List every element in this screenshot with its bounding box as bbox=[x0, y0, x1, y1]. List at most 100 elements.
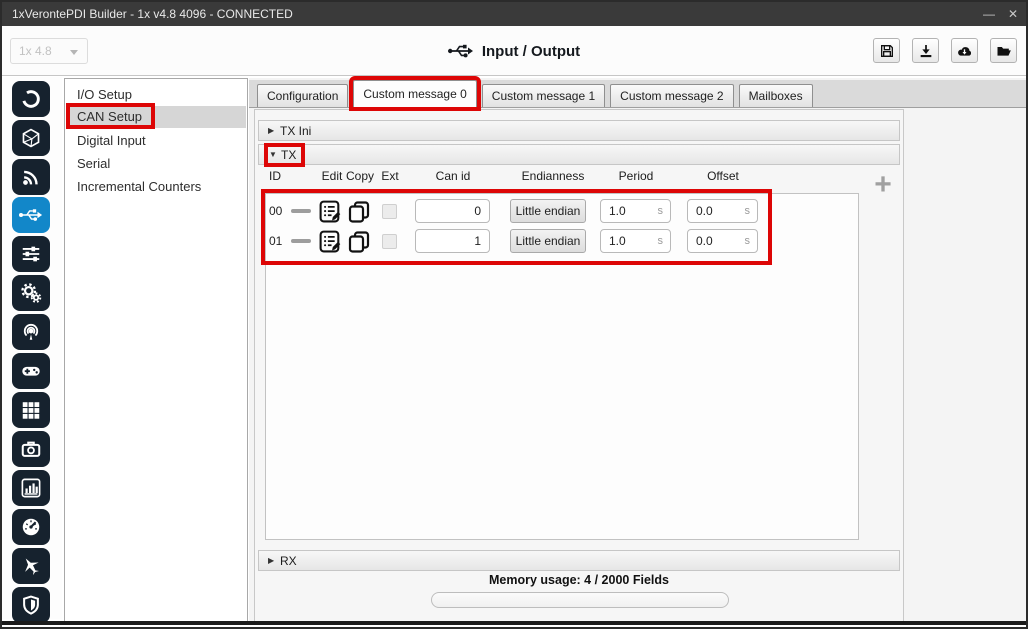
open-button[interactable] bbox=[990, 38, 1017, 63]
endianness-value: Little endian bbox=[516, 234, 581, 248]
toolbar-buttons bbox=[873, 38, 1017, 63]
version-selector-value: 1x 4.8 bbox=[19, 44, 52, 58]
telemetry-signal-icon[interactable] bbox=[12, 159, 50, 195]
period-value: 1.0 bbox=[601, 234, 658, 248]
flight-plane-icon[interactable] bbox=[12, 548, 50, 584]
offset-input[interactable]: 0.0 s bbox=[687, 229, 758, 253]
annotation-box-tx-rows: 00 0 Little endian bbox=[261, 189, 772, 265]
app-window: 1xVerontePDI Builder - 1x v4.8 4096 - CO… bbox=[0, 0, 1028, 629]
menu-panel: I/O Setup CAN Setup Digital Input Serial… bbox=[64, 78, 248, 623]
row-remove-icon[interactable] bbox=[291, 239, 311, 243]
col-header-copy: Copy bbox=[343, 169, 377, 185]
offset-value: 0.0 bbox=[688, 204, 745, 218]
can-id-value: 0 bbox=[416, 204, 489, 218]
add-row-button[interactable]: + bbox=[869, 172, 897, 200]
nav-rail bbox=[2, 77, 62, 619]
period-input[interactable]: 1.0 s bbox=[600, 229, 671, 253]
window-bottom-edge bbox=[2, 621, 1026, 625]
col-header-offset: Offset bbox=[688, 169, 758, 185]
row-id-label: 01 bbox=[269, 234, 282, 248]
period-value: 1.0 bbox=[601, 204, 658, 218]
folder-open-icon bbox=[995, 43, 1012, 59]
platform-hexagon-icon[interactable] bbox=[12, 120, 50, 156]
copy-button[interactable] bbox=[346, 228, 372, 254]
section-tx-ini[interactable]: ▶ TX Ini bbox=[258, 120, 900, 141]
endianness-value: Little endian bbox=[516, 204, 581, 218]
offset-unit: s bbox=[745, 205, 758, 217]
tab-custom-message-1[interactable]: Custom message 1 bbox=[482, 84, 605, 107]
edit-button[interactable] bbox=[317, 198, 343, 224]
row-id-label: 00 bbox=[269, 204, 282, 218]
save-button[interactable] bbox=[873, 38, 900, 63]
table-row: 00 0 Little endian bbox=[265, 196, 768, 226]
toolbar: 1x 4.8 Input / Output bbox=[2, 26, 1026, 76]
offset-unit: s bbox=[745, 235, 758, 247]
copy-button[interactable] bbox=[346, 198, 372, 224]
automations-gears-icon[interactable] bbox=[12, 275, 50, 311]
can-message-panel: ▶ TX Ini ▼ TX ID Edit Copy Ext Can id En… bbox=[254, 109, 904, 622]
memory-progress-bar bbox=[431, 592, 729, 608]
tab-custom-message-0[interactable]: Custom message 0 bbox=[353, 80, 476, 107]
col-header-period: Period bbox=[601, 169, 671, 185]
chevron-down-icon bbox=[70, 50, 78, 55]
sidebar-item-io-setup[interactable]: I/O Setup bbox=[66, 84, 246, 106]
endianness-button[interactable]: Little endian bbox=[510, 229, 586, 253]
col-header-can-id: Can id bbox=[416, 169, 490, 185]
ext-checkbox[interactable] bbox=[382, 204, 397, 219]
sidebar-item-incremental-counters[interactable]: Incremental Counters bbox=[66, 176, 246, 198]
edit-button[interactable] bbox=[317, 228, 343, 254]
can-id-input[interactable]: 0 bbox=[415, 199, 490, 223]
triangle-right-icon: ▶ bbox=[268, 556, 280, 565]
period-unit: s bbox=[658, 235, 671, 247]
row-remove-icon[interactable] bbox=[291, 209, 311, 213]
minimize-icon[interactable]: — bbox=[982, 2, 996, 26]
triangle-right-icon: ▶ bbox=[268, 126, 280, 135]
offset-value: 0.0 bbox=[688, 234, 745, 248]
section-rx[interactable]: ▶ RX bbox=[258, 550, 900, 571]
period-input[interactable]: 1.0 s bbox=[600, 199, 671, 223]
veronte-ring-icon[interactable] bbox=[12, 81, 50, 117]
can-id-input[interactable]: 1 bbox=[415, 229, 490, 253]
sidebar-item-digital-input[interactable]: Digital Input bbox=[66, 130, 246, 152]
col-header-id: ID bbox=[269, 169, 289, 185]
titlebar: 1xVerontePDI Builder - 1x v4.8 4096 - CO… bbox=[2, 2, 1026, 26]
tab-custom-message-2[interactable]: Custom message 2 bbox=[610, 84, 733, 107]
download-icon bbox=[918, 43, 934, 59]
ext-checkbox[interactable] bbox=[382, 234, 397, 249]
col-header-endianness: Endianness bbox=[498, 169, 608, 185]
tab-bar: Configuration Custom message 0 Custom me… bbox=[249, 80, 1026, 108]
section-tx-label: TX bbox=[281, 148, 296, 162]
camera-icon[interactable] bbox=[12, 431, 50, 467]
floppy-icon bbox=[879, 43, 895, 59]
control-sliders-icon[interactable] bbox=[12, 236, 50, 272]
annotation-box-tx: ▼ TX bbox=[268, 147, 301, 163]
hud-gauge-icon[interactable] bbox=[12, 509, 50, 545]
blocks-grid-icon[interactable] bbox=[12, 392, 50, 428]
section-tx-ini-label: TX Ini bbox=[280, 124, 311, 138]
col-header-ext: Ext bbox=[373, 169, 407, 185]
memory-usage-label: Memory usage: 4 / 2000 Fields bbox=[255, 573, 903, 587]
communications-broadcast-icon[interactable] bbox=[12, 314, 50, 350]
sidebar-item-serial[interactable]: Serial bbox=[66, 153, 246, 175]
triangle-down-icon: ▼ bbox=[269, 150, 281, 159]
version-selector[interactable]: 1x 4.8 bbox=[10, 38, 88, 64]
tab-mailboxes[interactable]: Mailboxes bbox=[739, 84, 813, 107]
section-rx-label: RX bbox=[280, 554, 297, 568]
sidebar-item-can-setup[interactable]: CAN Setup bbox=[66, 106, 246, 128]
stick-gamepad-icon[interactable] bbox=[12, 353, 50, 389]
cloud-button[interactable] bbox=[951, 38, 978, 63]
telemetry-chart-icon[interactable] bbox=[12, 470, 50, 506]
can-id-value: 1 bbox=[416, 234, 489, 248]
section-tx[interactable]: ▼ TX bbox=[258, 144, 900, 165]
main-content: Configuration Custom message 0 Custom me… bbox=[249, 78, 1026, 623]
export-button[interactable] bbox=[912, 38, 939, 63]
table-row: 01 1 Little endian bbox=[265, 226, 768, 256]
safety-shield-icon[interactable] bbox=[12, 587, 50, 623]
close-icon[interactable]: ✕ bbox=[1006, 2, 1020, 26]
endianness-button[interactable]: Little endian bbox=[510, 199, 586, 223]
offset-input[interactable]: 0.0 s bbox=[687, 199, 758, 223]
tab-configuration[interactable]: Configuration bbox=[257, 84, 348, 107]
input-output-usb-icon[interactable] bbox=[12, 197, 50, 233]
window-title: 1xVerontePDI Builder - 1x v4.8 4096 - CO… bbox=[12, 7, 293, 21]
usb-icon bbox=[448, 43, 474, 59]
